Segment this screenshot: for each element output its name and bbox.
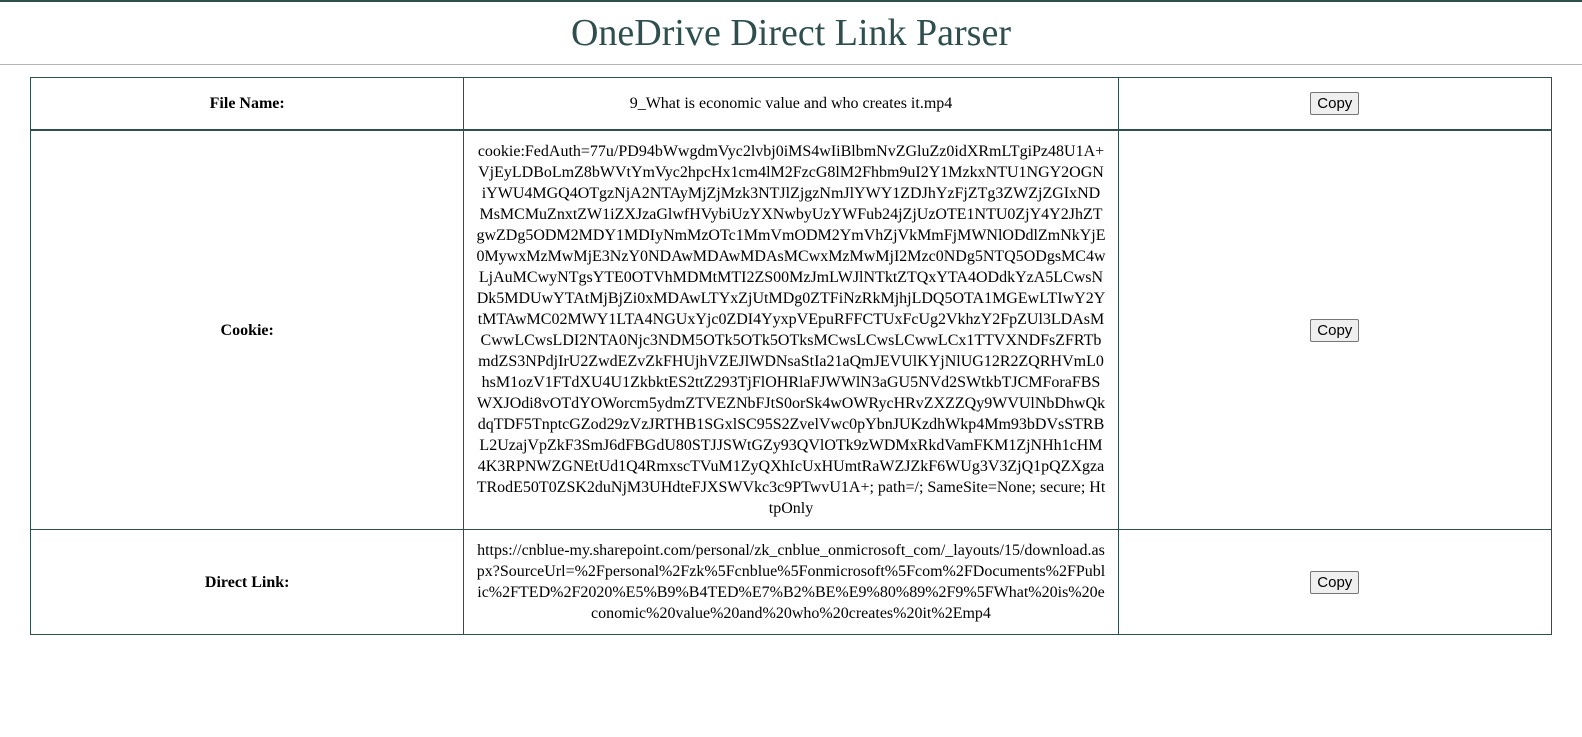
copy-direct-link-button[interactable]: Copy <box>1310 570 1360 594</box>
table-row-file-name: File Name: 9_What is economic value and … <box>29 77 1553 131</box>
table-row-direct-link: Direct Link: https://cnblue-my.sharepoin… <box>29 529 1553 635</box>
page-title: OneDrive Direct Link Parser <box>570 12 1011 54</box>
cookie-copy-cell: Copy <box>1117 129 1553 530</box>
cookie-label: Cookie: <box>29 129 465 530</box>
file-name-copy-cell: Copy <box>1117 77 1553 131</box>
direct-link-value[interactable]: https://cnblue-my.sharepoint.com/persona… <box>463 529 1119 635</box>
file-name-value[interactable]: 9_What is economic value and who creates… <box>463 77 1119 131</box>
copy-cookie-button[interactable]: Copy <box>1310 318 1360 342</box>
direct-link-copy-cell: Copy <box>1117 529 1553 635</box>
cookie-value[interactable]: cookie:FedAuth=77u/PD94bWwgdmVyc2lvbj0iM… <box>463 129 1119 530</box>
result-table: File Name: 9_What is economic value and … <box>29 77 1553 635</box>
direct-link-label: Direct Link: <box>29 529 465 635</box>
page-header: OneDrive Direct Link Parser <box>0 2 1582 65</box>
copy-file-name-button[interactable]: Copy <box>1310 92 1360 115</box>
table-row-cookie: Cookie: cookie:FedAuth=77u/PD94bWwgdmVyc… <box>29 129 1553 530</box>
file-name-label: File Name: <box>29 77 465 131</box>
main-content: File Name: 9_What is economic value and … <box>0 65 1582 635</box>
